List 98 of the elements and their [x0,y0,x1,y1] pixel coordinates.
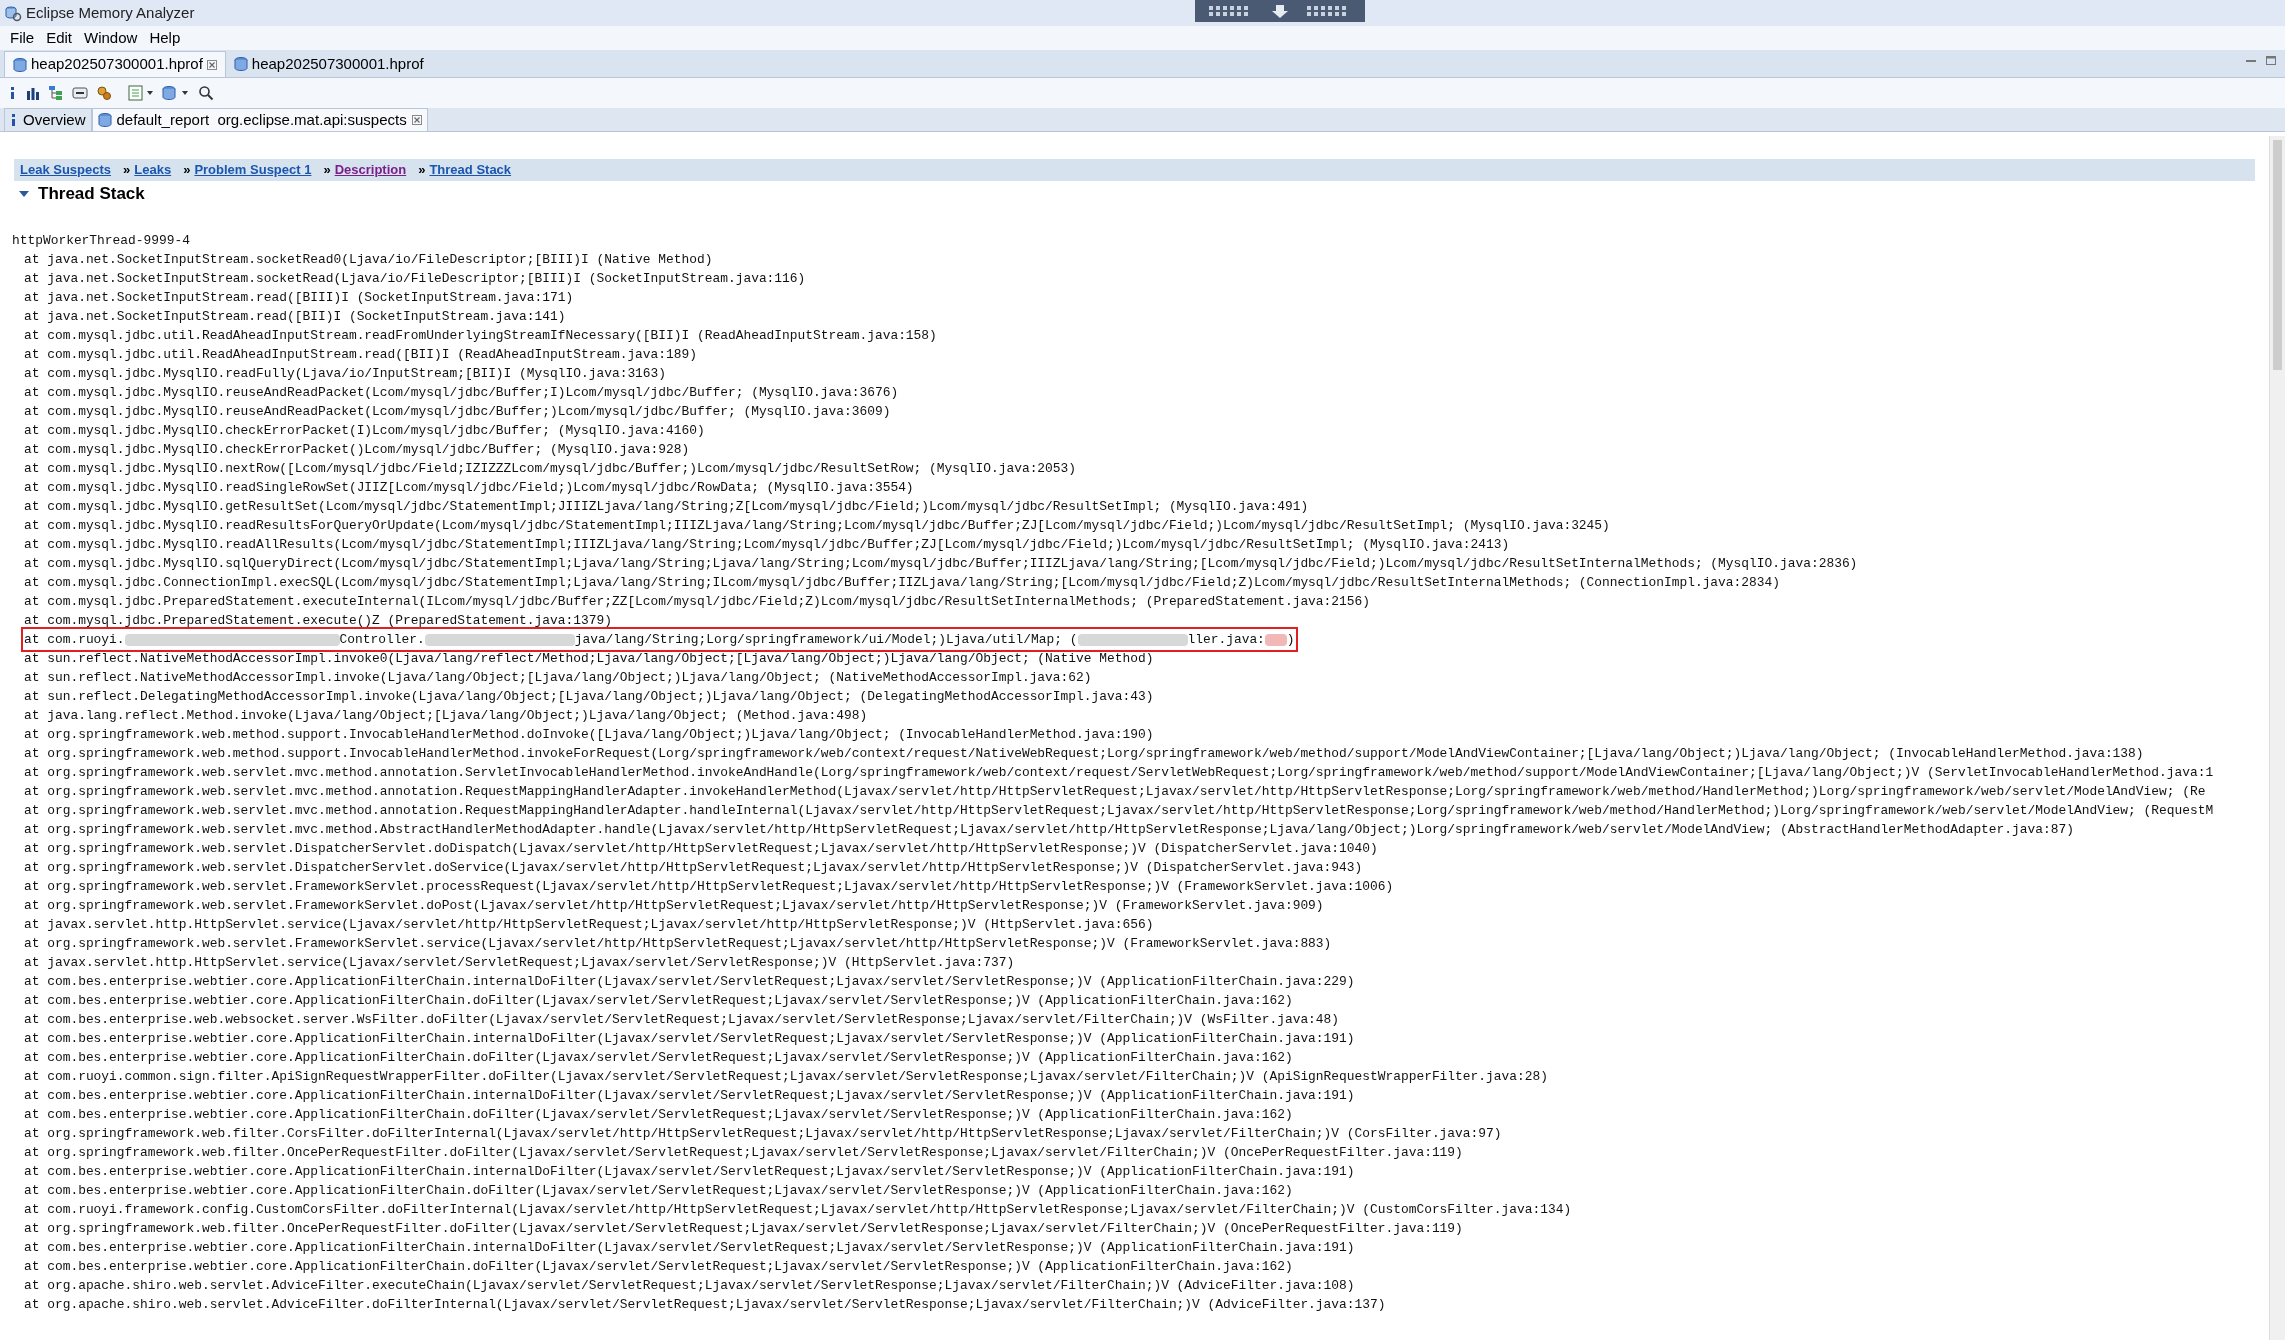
stack-frame: at javax.servlet.http.HttpServlet.service(Ljavax/servlet/ServletRequest;Ljavax/servlet/ServletResponse;)V (HttpServlet.java:737) [24,953,1015,972]
menu-item[interactable]: Edit [40,26,79,50]
thread-name: httpWorkerThread-9999-4 [12,232,190,250]
stack-frame: at org.springframework.web.servlet.mvc.method.annotation.RequestMappingHandlerAdapter.handleInternal(Ljavax/servlet/http/HttpServletRequest;Ljavax/servlet/http/HttpServletResponse;Lorg/springframework/web/method/HandlerMethod;)Lorg/springframework/web/servlet/ModelAndView; (RequestM [24,801,2214,820]
menu-item[interactable]: Window [78,26,144,50]
collapse-arrow-icon[interactable] [18,189,30,199]
stack-frame: at org.springframework.web.servlet.mvc.method.annotation.ServletInvocableHandlerMethod.invokeAndHandle(Lorg/springframework/web/context/request/ServletWebRequest;Lorg/springframework/web/method/support/ModelAndViewContainer;[Ljava/lang/Object;)V (ServletInvocableHandlerMethod.java:1 [24,763,2214,782]
menu-item[interactable]: File [4,26,41,50]
database-dropdown-icon[interactable] [162,85,190,101]
stack-frame: at com.bes.enterprise.webtier.core.ApplicationFilterChain.internalDoFilter(Ljavax/servlet/ServletRequest;Ljavax/servlet/ServletResponse;)V (ApplicationFilterChain.java:229) [24,972,1355,991]
stack-frame: at com.bes.enterprise.webtier.core.ApplicationFilterChain.doFilter(Ljavax/servlet/ServletRequest;Ljavax/servlet/ServletResponse;)V (ApplicationFilterChain.java:162) [24,1105,1293,1124]
stack-frame: at org.springframework.web.method.support.InvocableHandlerMethod.doInvoke([Ljava/lang/Object;)Ljava/lang/Object; (InvocableHandlerMethod.java:190) [24,725,1154,744]
section-heading: Thread Stack [38,183,145,206]
stack-frame: at org.springframework.web.filter.OncePerRequestFilter.doFilter(Ljavax/servlet/ServletRequest;Ljavax/servlet/ServletResponse;Ljavax/servlet/FilterChain;)V (OncePerRequestFilter.java:119) [24,1143,1463,1162]
stack-frame: at com.bes.enterprise.webtier.core.ApplicationFilterChain.internalDoFilter(Ljavax/servlet/ServletRequest;Ljavax/servlet/ServletResponse;)V (ApplicationFilterChain.java:191) [24,1029,1355,1048]
stack-frame: at java.net.SocketInputStream.read([BII)I (SocketInputStream.java:141) [24,307,566,326]
stack-frame: at com.mysql.jdbc.PreparedStatement.executeInternal(ILcom/mysql/jdbc/Buffer;ZZ[Lcom/mysql/jdbc/Field;Z)Lcom/mysql/jdbc/ResultSetInternalMethods; (PreparedStatement.java:2156) [24,592,1370,611]
stack-frame: at com.mysql.jdbc.MysqlIO.sqlQueryDirect(Lcom/mysql/jdbc/StatementImpl;Ljava/lang/String;Ljava/lang/String;Lcom/mysql/jdbc/Buffer;IIIZLjava/lang/String;[Lcom/mysql/jdbc/Field;)Lcom/mysql/jdbc/ResultSetInternalMethods; (MysqlIO.java:2836) [24,554,1858,573]
close-icon[interactable] [411,115,422,125]
stack-frame: at com.bes.enterprise.webtier.core.ApplicationFilterChain.internalDoFilter(Ljavax/servlet/ServletRequest;Ljavax/servlet/ServletResponse;)V (ApplicationFilterChain.java:191) [24,1238,1355,1257]
stack-frame: at com.bes.enterprise.webtier.core.ApplicationFilterChain.doFilter(Ljavax/servlet/ServletRequest;Ljavax/servlet/ServletResponse;)V (ApplicationFilterChain.java:162) [24,1181,1293,1200]
breadcrumb-separator: » [123,161,131,180]
editor-tab[interactable]: heap202507300001.hprof [4,51,226,77]
stack-frame: at com.mysql.jdbc.MysqlIO.readFully(Ljava/io/InputStream;[BII)I (MysqlIO.java:3163) [24,364,667,383]
stack-frame: at java.net.SocketInputStream.socketRead(Ljava/io/FileDescriptor;[BIII)I (SocketInputStream.java:116) [24,269,806,288]
stack-frame: at sun.reflect.DelegatingMethodAccessorImpl.invoke(Ljava/lang/Object;[Ljava/lang/Object;)Ljava/lang/Object; (DelegatingMethodAccessorImpl.java:43) [24,687,1154,706]
stack-frame: at com.mysql.jdbc.MysqlIO.reuseAndReadPacket(Lcom/mysql/jdbc/Buffer;I)Lcom/mysql/jdbc/Buffer; (MysqlIO.java:3676) [24,383,899,402]
stack-frame: at org.apache.shiro.web.servlet.AdviceFilter.executeChain(Ljavax/servlet/ServletRequest;Ljavax/servlet/ServletResponse;Ljavax/servlet/FilterChain;)V (AdviceFilter.java:108) [24,1276,1355,1295]
search-icon[interactable] [198,85,214,101]
stack-frame: at com.mysql.jdbc.PreparedStatement.execute()Z (PreparedStatement.java:1379) [24,611,612,630]
editor-tab[interactable]: heap202507300001.hprof [225,51,432,77]
stack-frame: at javax.servlet.http.HttpServlet.service(Ljavax/servlet/http/HttpServletRequest;Ljavax/servlet/http/HttpServletResponse;)V (HttpServlet.java:656) [24,915,1154,934]
stack-frame: at com.ruoyi.common.sign.filter.ApiSignRequestWrapperFilter.doFilter(Ljavax/servlet/ServletRequest;Ljavax/servlet/ServletResponse;Ljavax/servlet/FilterChain;)V (ApiSignRequestWrapperFilter.java:28) [24,1067,1548,1086]
frame-text: java/lang/String;Lorg/springframework/ui/Model;)Ljava/util/Map; ( [574,631,1078,649]
stack-frame: at org.springframework.web.servlet.FrameworkServlet.service(Ljavax/servlet/http/HttpServletRequest;Ljavax/servlet/http/HttpServletResponse;)V (FrameworkServlet.java:883) [24,934,1332,953]
stack-frame: at com.mysql.jdbc.ConnectionImpl.execSQL(Lcom/mysql/jdbc/StatementImpl;Ljava/lang/String;ILcom/mysql/jdbc/Buffer;IIZLjava/lang/String;[Lcom/mysql/jdbc/Field;Z)Lcom/mysql/jdbc/ResultSetInternalMethods; (ConnectionImpl.java:2834) [24,573,1780,592]
stack-frame: at org.springframework.web.servlet.DispatcherServlet.doDispatch(Ljavax/servlet/http/HttpServletRequest;Ljavax/servlet/http/HttpServletResponse;)V (DispatcherServlet.java:1040) [24,839,1378,858]
stack-frame: at java.lang.reflect.Method.invoke(Ljava/lang/Object;[Ljava/lang/Object;)Ljava/lang/Object; (Method.java:498) [24,706,868,725]
stack-frame: at com.mysql.jdbc.MysqlIO.getResultSet(Lcom/mysql/jdbc/StatementImpl;JIIIZLjava/lang/String;Z[Lcom/mysql/jdbc/Field;)Lcom/mysql/jdbc/ResultSetImpl; (MysqlIO.java:491) [24,497,1309,516]
stack-frame: at org.springframework.web.servlet.mvc.method.AbstractHandlerMethodAdapter.handle(Ljavax/servlet/http/HttpServletRequest;Ljavax/servlet/http/HttpServletResponse;Ljava/lang/Object;)Lorg/springframework/web/servlet/ModelAndView; (AbstractHandlerMethodAdapter.java:87) [24,820,2074,839]
stack-frame: at com.mysql.jdbc.MysqlIO.checkErrorPacket()Lcom/mysql/jdbc/Buffer; (MysqlIO.java:928) [24,440,690,459]
stack-frame: at org.springframework.web.servlet.mvc.method.annotation.RequestMappingHandlerAdapter.invokeHandlerMethod(Ljavax/servlet/http/HttpServletRequest;Ljavax/servlet/http/HttpServletResponse;Lorg/springframework/web/method/HandlerMethod;)Lorg/springframework/web/servlet/ModelAndView; (Re [24,782,2206,801]
stack-frame: at com.mysql.jdbc.MysqlIO.readSingleRowSet(JIIZ[Lcom/mysql/jdbc/Field;)Lcom/mysql/jdbc/RowData; (MysqlIO.java:3554) [24,478,914,497]
scrollbar[interactable] [2269,136,2285,1340]
bar-chart-icon[interactable] [26,86,40,100]
view-tab[interactable]: default_report org.eclipse.mat.api:suspects [91,108,428,131]
breadcrumb-link[interactable]: Leak Suspects [20,160,112,180]
stack-frame: at com.mysql.jdbc.util.ReadAheadInputStream.readFromUnderlyingStreamIfNecessary([BII)I (ReadAheadInputStream.java:158) [24,326,937,345]
stack-frame: at org.springframework.web.method.support.InvocableHandlerMethod.invokeForRequest(Lorg/springframework/web/context/request/NativeWebRequest;Lorg/springframework/web/method/support/ModelAndViewContainer;[Ljava/lang/Object;)Ljava/lang/Object; (InvocableHandlerMethod.java:138) [24,744,2144,763]
frame-text: at com.ruoyi. [24,631,125,649]
stack-frame: at com.mysql.jdbc.MysqlIO.reuseAndReadPacket(Lcom/mysql/jdbc/Buffer;)Lcom/mysql/jdbc/Buffer; (MysqlIO.java:3609) [24,402,891,421]
stack-frame: at com.bes.enterprise.webtier.core.ApplicationFilterChain.internalDoFilter(Ljavax/servlet/ServletRequest;Ljavax/servlet/ServletResponse;)V (ApplicationFilterChain.java:191) [24,1086,1355,1105]
breadcrumb-separator: » [418,161,426,180]
stack-frame: at com.bes.enterprise.webtier.core.ApplicationFilterChain.doFilter(Ljavax/servlet/ServletRequest;Ljavax/servlet/ServletResponse;)V (ApplicationFilterChain.java:162) [24,1257,1293,1276]
stack-frame: at com.ruoyi.framework.config.CustomCorsFilter.doFilterInternal(Ljavax/servlet/http/HttpServletRequest;Ljavax/servlet/http/HttpServletResponse;Ljavax/servlet/FilterChain;)V (CustomCorsFilter.java:134) [24,1200,1572,1219]
stack-frame: at com.mysql.jdbc.MysqlIO.checkErrorPacket(I)Lcom/mysql/jdbc/Buffer; (MysqlIO.java:4160) [24,421,705,440]
blurred-text [1264,633,1287,646]
stack-frame: at sun.reflect.NativeMethodAccessorImpl.invoke0(Ljava/lang/reflect/Method;Ljava/lang/Object;[Ljava/lang/Object;)Ljava/lang/Object; (Native Method) [24,649,1154,668]
breadcrumb-link[interactable]: Thread Stack [429,160,512,180]
stack-frame: at sun.reflect.NativeMethodAccessorImpl.invoke(Ljava/lang/Object;[Ljava/lang/Object;)Ljava/lang/Object; (NativeMethodAccessorImpl.java:62) [24,668,1092,687]
breadcrumb-separator: » [183,161,191,180]
view-tab[interactable]: Overview [4,108,92,131]
report-icon [97,112,112,128]
stack-frame: at com.bes.enterprise.web.websocket.server.WsFilter.doFilter(Ljavax/servlet/ServletRequest;Ljavax/servlet/ServletResponse;Ljavax/servlet/FilterChain;)V (WsFilter.java:48) [24,1010,1340,1029]
stack-frame: at com.bes.enterprise.webtier.core.ApplicationFilterChain.internalDoFilter(Ljavax/servlet/ServletRequest;Ljavax/servlet/ServletResponse;)V (ApplicationFilterChain.java:191) [24,1162,1355,1181]
stack-frame: at org.springframework.web.servlet.FrameworkServlet.doPost(Ljavax/servlet/http/HttpServletRequest;Ljavax/servlet/http/HttpServletResponse;)V (FrameworkServlet.java:909) [24,896,1324,915]
gears-icon[interactable] [96,85,112,101]
breadcrumb-separator: » [323,161,331,180]
stack-frame: at com.mysql.jdbc.MysqlIO.nextRow([Lcom/mysql/jdbc/Field;IZIZZZLcom/mysql/jdbc/Buffer;)Lcom/mysql/jdbc/ResultSetRow; (MysqlIO.java:2053) [24,459,1077,478]
stack-frame: at org.springframework.web.filter.OncePerRequestFilter.doFilter(Ljavax/servlet/ServletRequest;Ljavax/servlet/ServletResponse;Ljavax/servlet/FilterChain;)V (OncePerRequestFilter.java:119) [24,1219,1463,1238]
stack-frame: at org.apache.shiro.web.servlet.AdviceFilter.doFilterInternal(Ljavax/servlet/ServletRequest;Ljavax/servlet/ServletResponse;Ljavax/servlet/FilterChain;)V (AdviceFilter.java:137) [24,1295,1386,1314]
stack-frame: at java.net.SocketInputStream.socketRead0(Ljava/io/FileDescriptor;[BIII)I (Native Method) [24,250,713,269]
frame-text: ) [1286,631,1295,649]
database-icon [13,56,27,73]
stack-frame: at com.bes.enterprise.webtier.core.ApplicationFilterChain.doFilter(Ljavax/servlet/ServletRequest;Ljavax/servlet/ServletResponse;)V (ApplicationFilterChain.java:162) [24,991,1293,1010]
menu-item[interactable]: Help [143,26,187,50]
breadcrumb-link[interactable]: Leaks [134,160,172,180]
database-icon [233,56,248,72]
breadcrumb-link[interactable]: Description [334,160,407,180]
report-icon[interactable] [128,85,154,101]
frame-text: ller.java: [1187,631,1265,649]
query-icon[interactable] [72,85,88,101]
breadcrumb-link[interactable]: Problem Suspect 1 [194,160,312,180]
stack-frame: at com.mysql.jdbc.util.ReadAheadInputStream.read([BII)I (ReadAheadInputStream.java:189) [24,345,697,364]
stack-frame: at com.mysql.jdbc.MysqlIO.readResultsForQueryOrUpdate(Lcom/mysql/jdbc/StatementImpl;IIIZLjava/lang/String;Lcom/mysql/jdbc/Buffer;ZJ[Lcom/mysql/jdbc/Field;)Lcom/mysql/jdbc/ResultSetImpl; (MysqlIO.java:3245) [24,516,1610,535]
stack-frame: at java.net.SocketInputStream.read([BIII)I (SocketInputStream.java:171) [24,288,574,307]
close-icon[interactable] [206,59,217,70]
stack-frame: at org.springframework.web.servlet.FrameworkServlet.processRequest(Ljavax/servlet/http/HttpServletRequest;Ljavax/servlet/http/HttpServletResponse;)V (FrameworkServlet.java:1006) [24,877,1394,896]
window-title: Eclipse Memory Analyzer [26,2,195,23]
stack-frame: at com.bes.enterprise.webtier.core.ApplicationFilterChain.doFilter(Ljavax/servlet/ServletRequest;Ljavax/servlet/ServletResponse;)V (ApplicationFilterChain.java:162) [24,1048,1293,1067]
tree-icon[interactable] [48,85,64,101]
maximize-icon[interactable] [2265,55,2277,67]
info-icon [10,113,18,127]
stack-frame: at com.mysql.jdbc.MysqlIO.readAllResults(Lcom/mysql/jdbc/StatementImpl;IIIZLjava/lang/String;Lcom/mysql/jdbc/Buffer;ZJ[Lcom/mysql/jdbc/Field;)Lcom/mysql/jdbc/ResultSetImpl; (MysqlIO.java:2413) [24,535,1510,554]
frame-text: Controller. [339,631,425,649]
stack-frame: at org.springframework.web.filter.CorsFilter.doFilterInternal(Ljavax/servlet/http/HttpServletRequest;Ljavax/servlet/http/HttpServletResponse;Ljavax/servlet/FilterChain;)V (CorsFilter.java:97) [24,1124,1502,1143]
stack-frame: at org.springframework.web.servlet.DispatcherServlet.doService(Ljavax/servlet/http/HttpServletRequest;Ljavax/servlet/http/HttpServletResponse;)V (DispatcherServlet.java:943) [24,858,1363,877]
app-icon [4,4,22,22]
